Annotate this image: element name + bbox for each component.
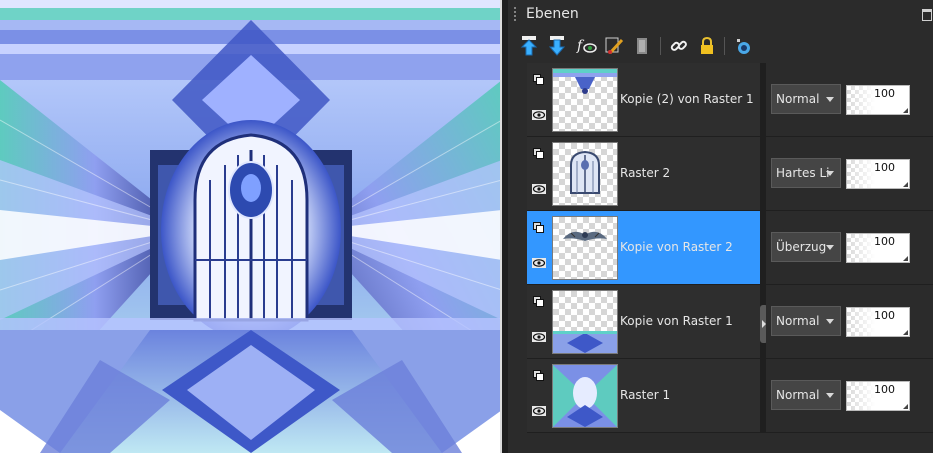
image-canvas[interactable] — [0, 0, 502, 453]
layer-type-icon — [533, 222, 544, 233]
chevron-down-icon — [826, 171, 834, 176]
layer-controls: Normal 100 — [766, 63, 933, 137]
visibility-eye-icon[interactable] — [532, 184, 546, 194]
layer-type-icon — [533, 148, 544, 159]
opacity-slider[interactable]: 100 — [846, 233, 910, 263]
layer-controls: Normal 100 — [766, 285, 933, 359]
chevron-down-icon — [826, 319, 834, 324]
layer-properties-column: Normal 100 Hartes Licht 100 Überzug — [766, 63, 933, 433]
blend-mode-dropdown[interactable]: Normal — [771, 84, 841, 114]
layer-name: Raster 1 — [620, 388, 671, 402]
opacity-value: 100 — [874, 235, 895, 248]
chevron-down-icon — [826, 245, 834, 250]
opacity-slider[interactable]: 100 — [846, 85, 910, 115]
panel-title: Ebenen — [526, 6, 579, 22]
blend-mode-dropdown[interactable]: Überzug — [771, 232, 841, 262]
layer-controls: Hartes Licht 100 — [766, 137, 933, 211]
panel-maximize-icon[interactable] — [922, 9, 932, 21]
layer-row-selected[interactable]: Kopie von Raster 2 — [527, 211, 760, 285]
opacity-value: 100 — [874, 309, 895, 322]
visibility-eye-icon[interactable] — [532, 258, 546, 268]
svg-text:f: f — [576, 38, 585, 54]
layer-row[interactable]: Kopie (2) von Raster 1 — [527, 63, 760, 137]
layer-type-icon — [533, 370, 544, 381]
opacity-slider[interactable]: 100 — [846, 159, 910, 189]
move-layer-down-icon[interactable] — [548, 35, 570, 57]
opacity-value: 100 — [874, 161, 895, 174]
blend-mode-dropdown[interactable]: Normal — [771, 380, 841, 410]
blend-mode-value: Hartes Licht — [776, 166, 830, 180]
layer-type-icon — [533, 74, 544, 85]
link-icon[interactable] — [668, 35, 690, 57]
toolbar-separator — [724, 37, 725, 55]
visibility-eye-icon[interactable] — [532, 332, 546, 342]
opacity-slider[interactable]: 100 — [846, 381, 910, 411]
visibility-eye-icon[interactable] — [532, 110, 546, 120]
blend-mode-value: Normal — [776, 388, 820, 402]
resize-corner-icon — [903, 108, 908, 113]
canvas-artwork — [0, 0, 502, 453]
layer-controls: Normal 100 — [766, 359, 933, 433]
opacity-value: 100 — [874, 87, 895, 100]
layer-thumbnail — [552, 216, 618, 280]
blend-mode-value: Überzug — [776, 240, 827, 254]
layer-name: Kopie von Raster 2 — [620, 240, 733, 254]
blend-mode-value: Normal — [776, 314, 820, 328]
resize-corner-icon — [903, 182, 908, 187]
drag-grip-icon[interactable] — [513, 6, 517, 22]
resize-corner-icon — [903, 256, 908, 261]
chevron-down-icon — [826, 393, 834, 398]
panel-header: Ebenen — [508, 0, 933, 30]
chevron-down-icon — [826, 97, 834, 102]
panel-footer — [508, 433, 933, 453]
resize-corner-icon — [903, 404, 908, 409]
visibility-eye-icon[interactable] — [532, 406, 546, 416]
delete-layer-icon[interactable] — [632, 35, 654, 57]
layer-thumbnail — [552, 142, 618, 206]
layer-name: Raster 2 — [620, 166, 671, 180]
blend-mode-dropdown[interactable]: Hartes Licht — [771, 158, 841, 188]
opacity-slider[interactable]: 100 — [846, 307, 910, 337]
layer-thumbnail — [552, 290, 618, 354]
toolbar-separator — [660, 37, 661, 55]
layer-list: Kopie (2) von Raster 1 Raster 2 Kopie vo… — [527, 63, 760, 433]
edit-brush-icon[interactable] — [604, 35, 626, 57]
move-layer-up-icon[interactable] — [520, 35, 542, 57]
layer-name: Kopie (2) von Raster 1 — [620, 92, 754, 106]
opacity-value: 100 — [874, 383, 895, 396]
lock-icon[interactable] — [696, 35, 718, 57]
layer-effects-icon[interactable]: f — [576, 35, 598, 57]
layer-thumbnail — [552, 364, 618, 428]
layer-row[interactable]: Raster 1 — [527, 359, 760, 433]
blend-mode-value: Normal — [776, 92, 820, 106]
layer-row[interactable]: Kopie von Raster 1 — [527, 285, 760, 359]
layer-controls: Überzug 100 — [766, 211, 933, 285]
layer-type-icon — [533, 296, 544, 307]
layer-name: Kopie von Raster 1 — [620, 314, 733, 328]
layers-panel: Ebenen f Kopie (2) von Raster 1 Raster 2… — [508, 0, 933, 453]
layer-row[interactable]: Raster 2 — [527, 137, 760, 211]
blend-mode-dropdown[interactable]: Normal — [771, 306, 841, 336]
resize-corner-icon — [903, 330, 908, 335]
layer-thumbnail — [552, 68, 618, 132]
new-layer-icon[interactable] — [732, 35, 754, 57]
